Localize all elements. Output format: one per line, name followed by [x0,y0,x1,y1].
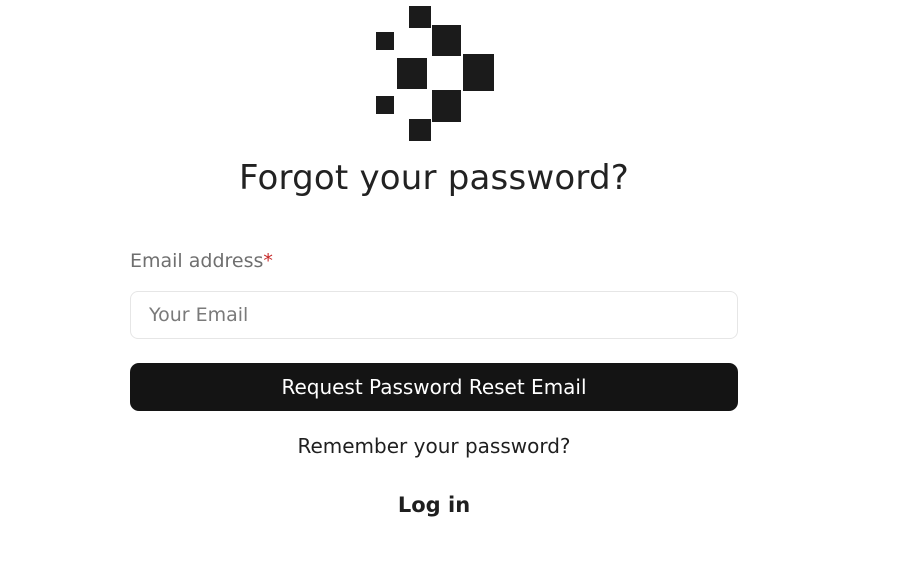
request-reset-button[interactable]: Request Password Reset Email [130,363,738,411]
email-label-text: Email address [130,250,264,272]
forgot-password-page: Forgot your password? Email address* Req… [0,0,909,561]
login-link[interactable]: Log in [130,493,738,517]
page-title: Forgot your password? [239,158,629,198]
required-asterisk: * [263,250,273,272]
email-field[interactable] [130,291,738,339]
email-field-label: Email address* [130,250,273,272]
pixel-arrow-logo-icon [372,4,496,144]
remember-password-text: Remember your password? [297,434,571,458]
